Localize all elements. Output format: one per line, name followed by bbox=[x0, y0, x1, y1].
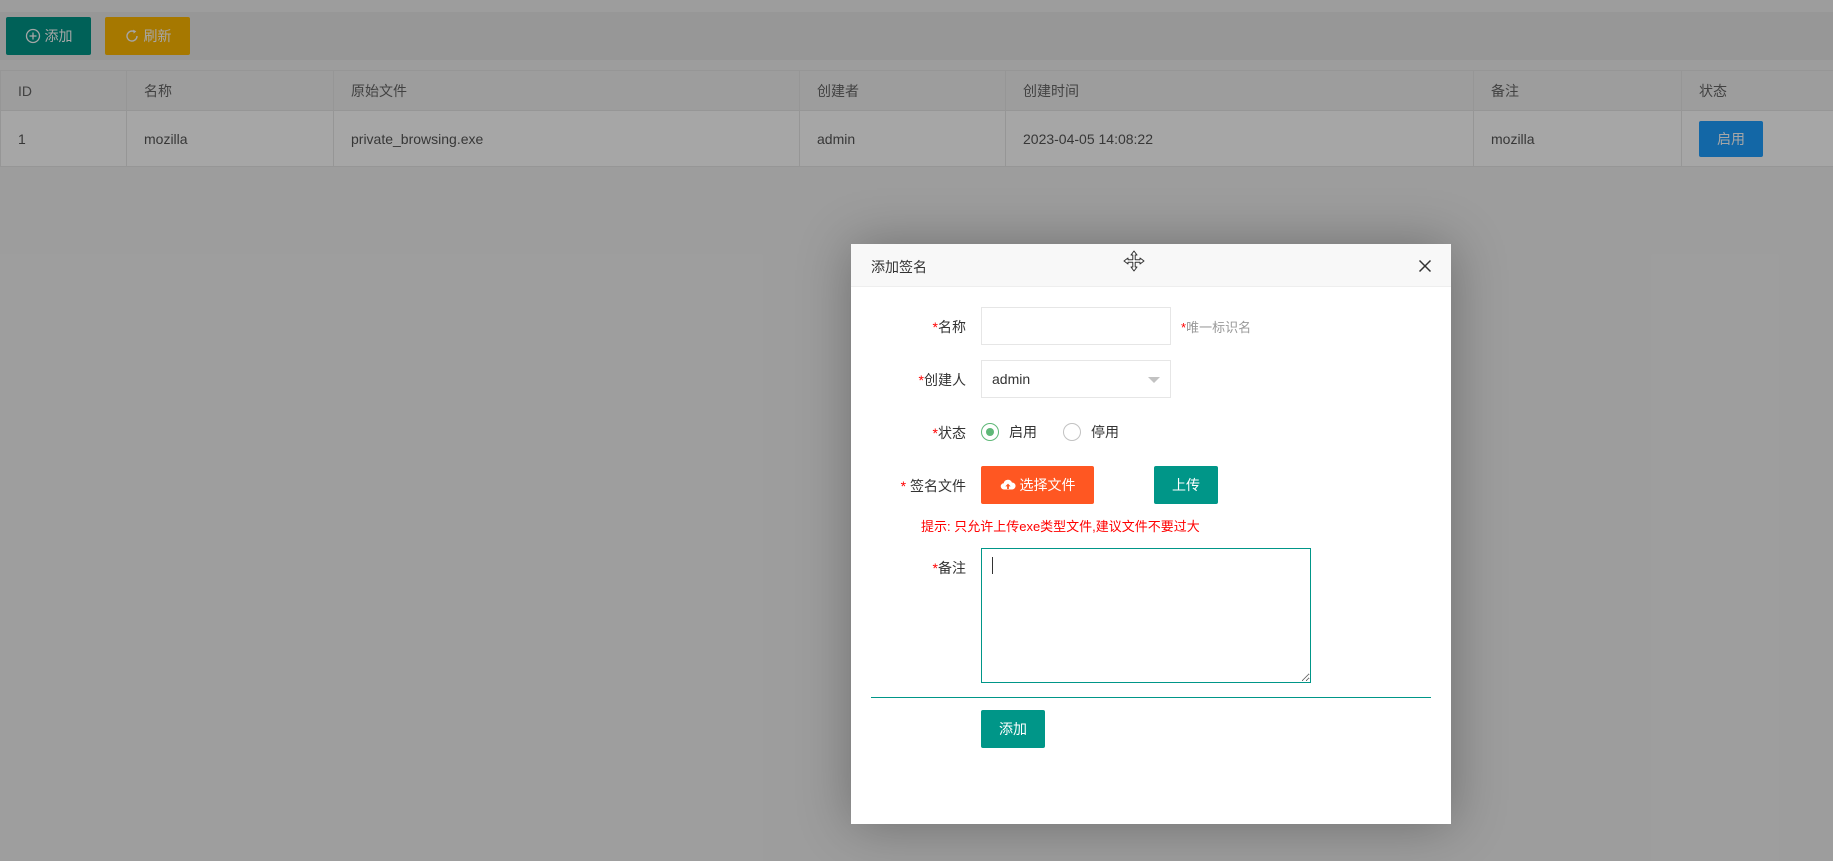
required-mark: * bbox=[900, 478, 907, 494]
upload-tip: 提示: 只允许上传exe类型文件,建议文件不要过大 bbox=[921, 519, 1200, 534]
creator-select[interactable]: admin bbox=[981, 360, 1171, 398]
name-input[interactable] bbox=[981, 307, 1171, 345]
choose-file-button[interactable]: 选择文件 bbox=[981, 466, 1094, 504]
status-radio-disabled-label: 停用 bbox=[1091, 424, 1119, 440]
file-label-text: 签名文件 bbox=[910, 478, 966, 494]
submit-add-button[interactable]: 添加 bbox=[981, 710, 1045, 748]
name-hint-text: 唯一标识名 bbox=[1186, 320, 1252, 335]
name-label-text: 名称 bbox=[938, 319, 966, 335]
text-cursor bbox=[992, 557, 993, 574]
upload-button-label: 上传 bbox=[1172, 477, 1200, 493]
dialog-header[interactable]: 添加签名 bbox=[851, 244, 1451, 287]
creator-select-value: admin bbox=[992, 371, 1031, 387]
creator-label-text: 创建人 bbox=[924, 372, 966, 388]
radio-checked-icon bbox=[981, 423, 999, 441]
radio-unchecked-icon bbox=[1063, 423, 1081, 441]
chevron-down-icon bbox=[1148, 377, 1160, 383]
upload-button[interactable]: 上传 bbox=[1154, 466, 1218, 504]
remark-label: *备注 bbox=[851, 558, 966, 578]
choose-file-button-label: 选择文件 bbox=[1019, 477, 1076, 493]
name-hint: *唯一标识名 bbox=[1181, 317, 1251, 336]
status-radio-enabled[interactable]: 启用 bbox=[981, 422, 1037, 442]
file-label: * 签名文件 bbox=[851, 476, 966, 496]
move-icon[interactable] bbox=[1122, 249, 1146, 273]
status-label: *状态 bbox=[851, 423, 966, 443]
submit-add-button-label: 添加 bbox=[999, 721, 1027, 737]
remark-textarea[interactable] bbox=[981, 548, 1311, 683]
cloud-upload-icon bbox=[1000, 477, 1016, 493]
creator-label: *创建人 bbox=[851, 370, 966, 390]
close-icon[interactable] bbox=[1418, 259, 1432, 273]
status-radio-disabled[interactable]: 停用 bbox=[1063, 422, 1119, 442]
status-radio-enabled-label: 启用 bbox=[1009, 424, 1037, 440]
remark-label-text: 备注 bbox=[938, 560, 966, 576]
status-label-text: 状态 bbox=[938, 425, 966, 441]
dialog-title: 添加签名 bbox=[871, 259, 927, 275]
name-label: *名称 bbox=[851, 317, 966, 337]
form-divider bbox=[871, 697, 1431, 698]
add-signature-dialog: 添加签名 *名称 *唯一标识名 *创建人 admin *状态 启用 停用 * 签… bbox=[851, 244, 1451, 824]
